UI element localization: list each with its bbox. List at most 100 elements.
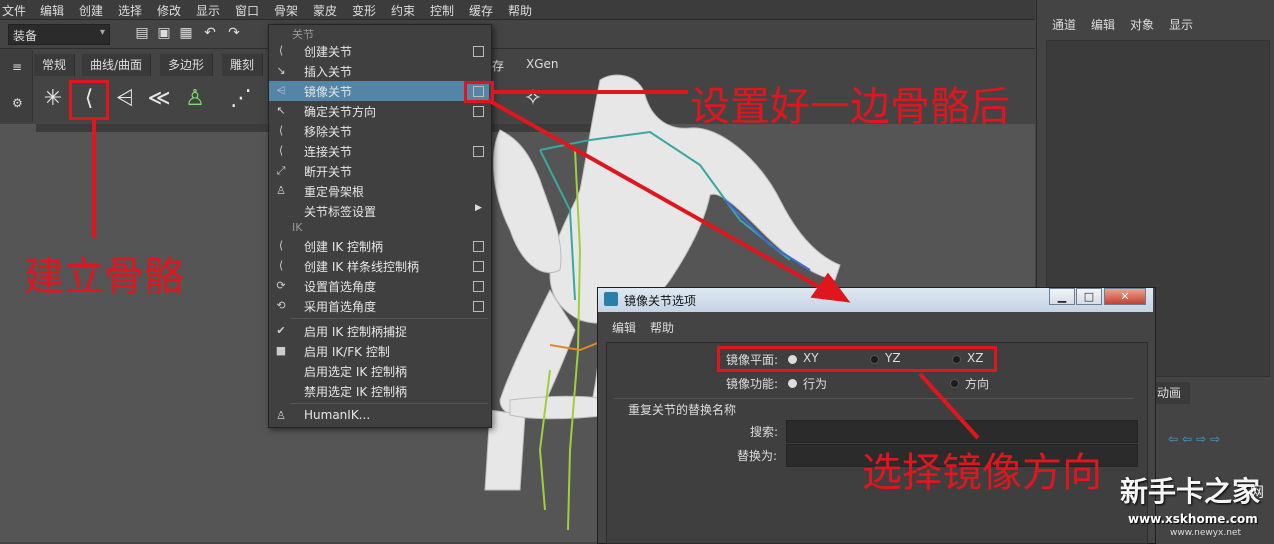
dialog-menu-edit[interactable]: 编辑: [612, 319, 636, 336]
checkmark-icon: ✔: [276, 324, 286, 337]
menu-file[interactable]: 文件: [2, 2, 26, 19]
menu-item-disable-ik-handles[interactable]: 禁用选定 IK 控制柄: [269, 381, 489, 401]
open-icon[interactable]: ▣: [156, 25, 172, 41]
annotation-choose-direction: 选择镜像方向: [862, 450, 1102, 496]
option-box-icon[interactable]: [473, 301, 484, 312]
menu-skeleton[interactable]: 骨架: [274, 2, 298, 19]
reroot-skeleton-icon: ♙: [276, 184, 286, 197]
menu-deform[interactable]: 变形: [352, 2, 376, 19]
search-label: 搜索:: [750, 425, 779, 439]
tab-channels[interactable]: 通道: [1052, 16, 1076, 33]
layer-move-icons[interactable]: ⇦⇦⇨⇨: [1168, 432, 1268, 452]
joint-star-icon[interactable]: ✳: [38, 84, 68, 114]
menu-item-set-preferred-angle[interactable]: ⟳ 设置首选角度: [269, 276, 489, 296]
dialog-menu-help[interactable]: 帮助: [650, 319, 674, 336]
minimize-button[interactable]: ▁: [1049, 288, 1075, 305]
menu-item-insert-joint[interactable]: ↘ 插入关节: [269, 61, 489, 81]
menu-constrain[interactable]: 约束: [391, 2, 415, 19]
menu-item-create-ik-handle[interactable]: ⟨ 创建 IK 控制柄: [269, 236, 489, 256]
menu-item-label: 连接关节: [304, 145, 353, 159]
humanik-icon[interactable]: ♙: [180, 84, 210, 114]
mirror-function-label: 镜像功能:: [726, 377, 779, 391]
save-icon[interactable]: ▦: [178, 25, 194, 41]
menu-item-ikfk-control[interactable]: ■ 启用 IK/FK 控制: [269, 341, 489, 361]
menu-edit[interactable]: 编辑: [40, 2, 64, 19]
annotation-create-skeleton: 建立骨骼: [24, 254, 184, 300]
assume-preferred-angle-icon: ⟲: [276, 299, 286, 312]
menu-item-create-ik-spline[interactable]: ⟨ 创建 IK 样条线控制柄: [269, 256, 489, 276]
main-menu-bar: 文件 编辑 创建 选择 修改 显示 窗口 骨架 蒙皮 变形 约束 控制 缓存 帮…: [0, 0, 1035, 20]
menu-item-label: 创建关节: [304, 45, 353, 59]
option-box-icon[interactable]: [473, 46, 484, 57]
mirror-plane-highlight: [717, 346, 997, 372]
shelf-tab-sculpt[interactable]: 雕刻: [222, 54, 264, 76]
menu-select[interactable]: 选择: [118, 2, 142, 19]
tab-show[interactable]: 显示: [1169, 16, 1193, 33]
option-box-icon[interactable]: [473, 281, 484, 292]
connect-joint-icon: ⟨: [278, 144, 284, 157]
mirror-joint-icon[interactable]: ⩤: [110, 84, 140, 114]
menu-item-humanik[interactable]: ♙ HumanIK...: [269, 406, 489, 426]
option-box-icon[interactable]: [473, 261, 484, 272]
menu-item-orient-joint[interactable]: ↖ 确定关节方向: [269, 101, 489, 121]
menu-set-select[interactable]: 装备 ▾: [8, 24, 110, 45]
menu-item-reroot-skeleton[interactable]: ♙ 重定骨架根: [269, 181, 489, 201]
insert-joint-icon: ↘: [276, 64, 286, 77]
menu-item-create-joint[interactable]: ⟨ 创建关节: [269, 41, 489, 61]
shelf-tab-curves[interactable]: 曲线/曲面: [82, 54, 152, 76]
menu-item-label: 启用 IK/FK 控制: [304, 345, 390, 359]
shelf-tab-polygons[interactable]: 多边形: [160, 54, 214, 76]
menu-control[interactable]: 控制: [430, 2, 454, 19]
watermark-url2: www.newyx.net: [1170, 528, 1242, 538]
shelf-settings-icon[interactable]: ⚙: [12, 96, 23, 110]
option-box-icon[interactable]: [473, 106, 484, 117]
menu-item-label: HumanIK...: [304, 408, 371, 422]
menu-item-enable-ik-handles[interactable]: 启用选定 IK 控制柄: [269, 361, 489, 381]
mirror-joint-icon: ⩤: [276, 84, 286, 97]
group-divider: [614, 398, 1134, 399]
submenu-arrow-icon: ▶: [475, 203, 482, 213]
disconnect-joint-icon: ⤢: [276, 164, 286, 177]
ik-handle-icon[interactable]: ✧: [518, 84, 548, 114]
close-button[interactable]: ✕: [1104, 288, 1146, 305]
menu-item-assume-preferred-angle[interactable]: ⟲ 采用首选角度: [269, 296, 489, 316]
menu-item-remove-joint[interactable]: ⟨ 移除关节: [269, 121, 489, 141]
menu-display[interactable]: 显示: [196, 2, 220, 19]
shelf-menu-icon[interactable]: ≡: [12, 60, 22, 74]
tab-object[interactable]: 对象: [1130, 16, 1154, 33]
mirror-function-behavior-label: 行为: [803, 377, 828, 391]
menu-create[interactable]: 创建: [79, 2, 103, 19]
menu-section-ik: IK: [292, 221, 303, 234]
maximize-button[interactable]: □: [1076, 288, 1102, 305]
menu-divider: [290, 318, 488, 319]
menu-cache[interactable]: 缓存: [469, 2, 493, 19]
shelf-tab-cache[interactable]: 存: [492, 57, 504, 74]
watermark: 新手卡之家 网 www.xskhome.com www.newyx.net: [1120, 470, 1274, 542]
option-box-icon[interactable]: [473, 241, 484, 252]
undo-icon[interactable]: ↶: [202, 25, 218, 41]
mirror-function-orientation-radio[interactable]: [950, 379, 959, 388]
shelf-tab-xgen[interactable]: XGen: [526, 57, 559, 71]
bind-skin-icon[interactable]: ⋰: [226, 84, 256, 114]
menu-modify[interactable]: 修改: [157, 2, 181, 19]
menu-help[interactable]: 帮助: [508, 2, 532, 19]
redo-icon[interactable]: ↷: [226, 25, 242, 41]
menu-item-connect-joint[interactable]: ⟨ 连接关节: [269, 141, 489, 161]
shelf-side-bar: ≡ ⚙: [0, 50, 33, 122]
orient-joint-icon[interactable]: ≪: [144, 84, 174, 114]
tab-edit[interactable]: 编辑: [1091, 16, 1115, 33]
shelf-tab-general[interactable]: 常规: [34, 54, 76, 76]
mirror-function-behavior-radio[interactable]: [788, 379, 797, 388]
menu-section-joint: 关节: [292, 28, 314, 41]
new-scene-icon[interactable]: ▤: [134, 25, 150, 41]
annotation-after-one-side: 设置好一边骨骼后: [690, 84, 1010, 130]
menu-window[interactable]: 窗口: [235, 2, 259, 19]
menu-set-value: 装备: [13, 29, 38, 43]
menu-item-label: 创建 IK 控制柄: [304, 240, 384, 254]
menu-item-ik-handle-snap[interactable]: ✔ 启用 IK 控制柄捕捉: [269, 321, 489, 341]
option-box-icon[interactable]: [473, 146, 484, 157]
menu-item-mirror-joint[interactable]: ⩤ 镜像关节: [269, 81, 489, 101]
menu-item-joint-labelling[interactable]: 关节标签设置 ▶: [269, 201, 489, 221]
menu-item-disconnect-joint[interactable]: ⤢ 断开关节: [269, 161, 489, 181]
menu-skin[interactable]: 蒙皮: [313, 2, 337, 19]
